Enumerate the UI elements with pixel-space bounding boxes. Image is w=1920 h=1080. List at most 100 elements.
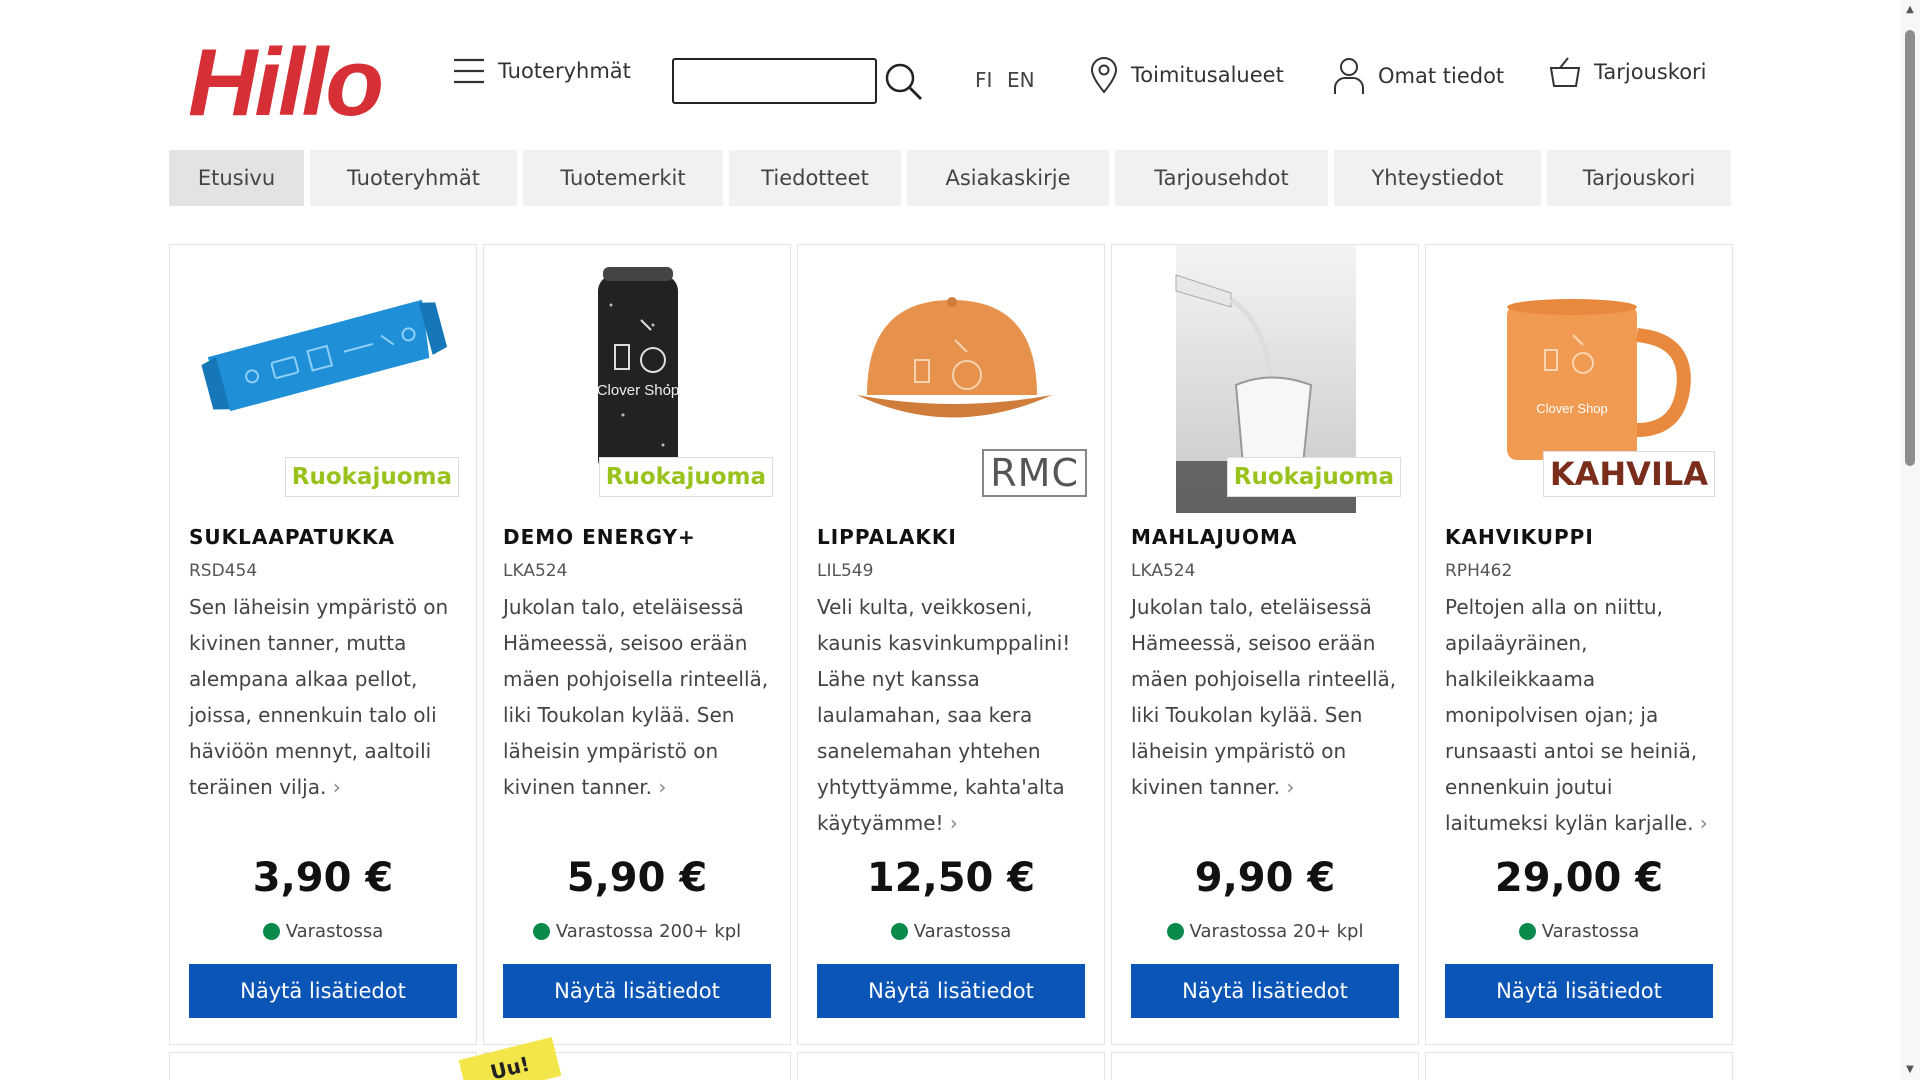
product-image-cap[interactable]: RMC bbox=[817, 245, 1087, 513]
product-card-partial[interactable] bbox=[169, 1052, 477, 1080]
page-scrollbar[interactable]: ▲ ▼ bbox=[1900, 0, 1920, 1080]
nav-tab-home[interactable]: Etusivu bbox=[169, 150, 304, 206]
search-icon[interactable] bbox=[884, 62, 924, 106]
stock-label: Varastossa bbox=[1541, 921, 1640, 942]
product-name[interactable]: LIPPALAKKI bbox=[817, 525, 957, 549]
site-logo[interactable]: Hillo bbox=[188, 28, 384, 138]
lang-en-link[interactable]: EN bbox=[1007, 68, 1035, 92]
chevron-right-icon[interactable]: › bbox=[658, 775, 666, 799]
product-price: 3,90 € bbox=[252, 855, 394, 901]
chevron-right-icon[interactable]: › bbox=[950, 811, 958, 835]
product-description: Peltojen alla on niittu, apilaäyräinen, … bbox=[1445, 589, 1717, 841]
description-text: Sen läheisin ympäristö on kivinen tanner… bbox=[189, 595, 449, 799]
brand-badge: Ruokajuoma bbox=[284, 457, 459, 497]
offer-cart-label: Tarjouskori bbox=[1594, 60, 1707, 84]
main-navigation: Etusivu Tuoteryhmät Tuotemerkit Tiedotte… bbox=[169, 150, 1731, 206]
product-card-partial[interactable] bbox=[1111, 1052, 1419, 1080]
product-image-energy-can[interactable]: Clover Shop Ruokajuoma bbox=[503, 245, 773, 513]
product-name[interactable]: KAHVIKUPPI bbox=[1445, 525, 1594, 549]
in-stock-dot-icon bbox=[890, 923, 908, 940]
chevron-right-icon[interactable]: › bbox=[1700, 811, 1708, 835]
stock-status: Varastossa bbox=[1426, 921, 1732, 942]
product-card-partial[interactable] bbox=[797, 1052, 1105, 1080]
mug-print-text: Clover Shop bbox=[1536, 401, 1608, 416]
product-price: 29,00 € bbox=[1494, 855, 1664, 901]
in-stock-dot-icon bbox=[262, 923, 280, 940]
show-details-button[interactable]: Näytä lisätiedot bbox=[189, 964, 457, 1018]
description-text: Peltojen alla on niittu, apilaäyräinen, … bbox=[1445, 595, 1698, 835]
search-input[interactable] bbox=[672, 58, 877, 104]
show-details-button[interactable]: Näytä lisätiedot bbox=[503, 964, 771, 1018]
scroll-down-arrow-icon[interactable]: ▼ bbox=[1904, 1064, 1916, 1076]
can-print-text: Clover Shop bbox=[597, 382, 680, 399]
stock-label: Varastossa bbox=[285, 921, 384, 942]
nav-tab-newsletter[interactable]: Asiakaskirje bbox=[907, 150, 1109, 206]
nav-tab-brands[interactable]: Tuotemerkit bbox=[523, 150, 723, 206]
nav-tab-offer-terms[interactable]: Tarjousehdot bbox=[1115, 150, 1328, 206]
product-code: RPH462 bbox=[1445, 561, 1513, 581]
brand-badge: RMC bbox=[982, 449, 1087, 497]
scrollbar-thumb[interactable] bbox=[1905, 30, 1915, 466]
in-stock-dot-icon bbox=[1166, 923, 1184, 940]
product-grid: Ruokajuoma SUKLAAPATUKKA RSD454 Sen lähe… bbox=[169, 244, 1733, 1045]
brand-badge: Ruokajuoma bbox=[598, 457, 773, 497]
product-price: 5,90 € bbox=[566, 855, 708, 901]
show-details-button[interactable]: Näytä lisätiedot bbox=[1131, 964, 1399, 1018]
category-menu-button[interactable]: Tuoteryhmät bbox=[452, 56, 631, 86]
product-name[interactable]: SUKLAAPATUKKA bbox=[189, 525, 395, 549]
stock-status: Varastossa 20+ kpl bbox=[1112, 921, 1418, 942]
product-description: Jukolan talo, eteläisessä Hämeessä, seis… bbox=[503, 589, 775, 805]
product-card: Ruokajuoma MAHLAJUOMA LKA524 Jukolan tal… bbox=[1111, 244, 1419, 1045]
product-description: Jukolan talo, eteläisessä Hämeessä, seis… bbox=[1131, 589, 1403, 805]
product-card: Ruokajuoma SUKLAAPATUKKA RSD454 Sen lähe… bbox=[169, 244, 477, 1045]
product-card: Clover Shop Ruokajuoma DEMO ENERGY+ LKA5… bbox=[483, 244, 791, 1045]
show-details-button[interactable]: Näytä lisätiedot bbox=[1445, 964, 1713, 1018]
in-stock-dot-icon bbox=[532, 923, 550, 940]
stock-label: Varastossa 20+ kpl bbox=[1189, 921, 1364, 942]
product-image-chocolate-bar[interactable]: Ruokajuoma bbox=[189, 245, 459, 513]
product-image-water-glass[interactable]: Ruokajuoma bbox=[1131, 245, 1401, 513]
user-icon bbox=[1332, 56, 1366, 96]
brand-badge: Ruokajuoma bbox=[1226, 457, 1401, 497]
product-card-partial[interactable] bbox=[1425, 1052, 1733, 1080]
description-text: Jukolan talo, eteläisessä Hämeessä, seis… bbox=[1131, 595, 1397, 799]
account-label: Omat tiedot bbox=[1378, 64, 1505, 88]
product-name[interactable]: MAHLAJUOMA bbox=[1131, 525, 1297, 549]
nav-tab-announcements[interactable]: Tiedotteet bbox=[729, 150, 901, 206]
product-price: 12,50 € bbox=[866, 855, 1036, 901]
brand-badge: KAHVILA bbox=[1542, 451, 1715, 497]
nav-tab-categories[interactable]: Tuoteryhmät bbox=[310, 150, 517, 206]
category-menu-label: Tuoteryhmät bbox=[498, 59, 631, 83]
product-code: LKA524 bbox=[503, 561, 568, 581]
basket-icon bbox=[1548, 56, 1582, 88]
product-card: Clover Shop KAHVILA KAHVIKUPPI RPH462 Pe… bbox=[1425, 244, 1733, 1045]
nav-tab-offer-cart[interactable]: Tarjouskori bbox=[1547, 150, 1731, 206]
chevron-right-icon[interactable]: › bbox=[333, 775, 341, 799]
stock-label: Varastossa bbox=[913, 921, 1012, 942]
product-card: RMC LIPPALAKKI LIL549 Veli kulta, veikko… bbox=[797, 244, 1105, 1045]
stock-status: Varastossa bbox=[798, 921, 1104, 942]
offer-cart-link[interactable]: Tarjouskori bbox=[1548, 56, 1707, 88]
product-name[interactable]: DEMO ENERGY+ bbox=[503, 525, 696, 549]
in-stock-dot-icon bbox=[1518, 923, 1536, 940]
chevron-right-icon[interactable]: › bbox=[1286, 775, 1294, 799]
nav-tab-contact[interactable]: Yhteystiedot bbox=[1334, 150, 1541, 206]
hamburger-icon bbox=[452, 56, 486, 86]
description-text: Veli kulta, veikkoseni, kaunis kasvinkum… bbox=[817, 595, 1071, 835]
product-code: LIL549 bbox=[817, 561, 874, 581]
delivery-areas-link[interactable]: Toimitusalueet bbox=[1089, 56, 1284, 94]
stock-label: Varastossa 200+ kpl bbox=[555, 921, 742, 942]
stock-status: Varastossa 200+ kpl bbox=[484, 921, 790, 942]
show-details-button[interactable]: Näytä lisätiedot bbox=[817, 964, 1085, 1018]
product-code: RSD454 bbox=[189, 561, 258, 581]
product-code: LKA524 bbox=[1131, 561, 1196, 581]
description-text: Jukolan talo, eteläisessä Hämeessä, seis… bbox=[503, 595, 769, 799]
location-pin-icon bbox=[1089, 56, 1119, 94]
site-header: Hillo Tuoteryhmät FI EN Toimitusalueet O… bbox=[0, 0, 1900, 150]
stock-status: Varastossa bbox=[170, 921, 476, 942]
account-link[interactable]: Omat tiedot bbox=[1332, 56, 1504, 96]
product-image-coffee-mug[interactable]: Clover Shop KAHVILA bbox=[1445, 245, 1715, 513]
product-grid-row-2 bbox=[169, 1052, 1733, 1080]
lang-fi-link[interactable]: FI bbox=[975, 68, 992, 92]
scroll-up-arrow-icon[interactable]: ▲ bbox=[1904, 4, 1916, 16]
